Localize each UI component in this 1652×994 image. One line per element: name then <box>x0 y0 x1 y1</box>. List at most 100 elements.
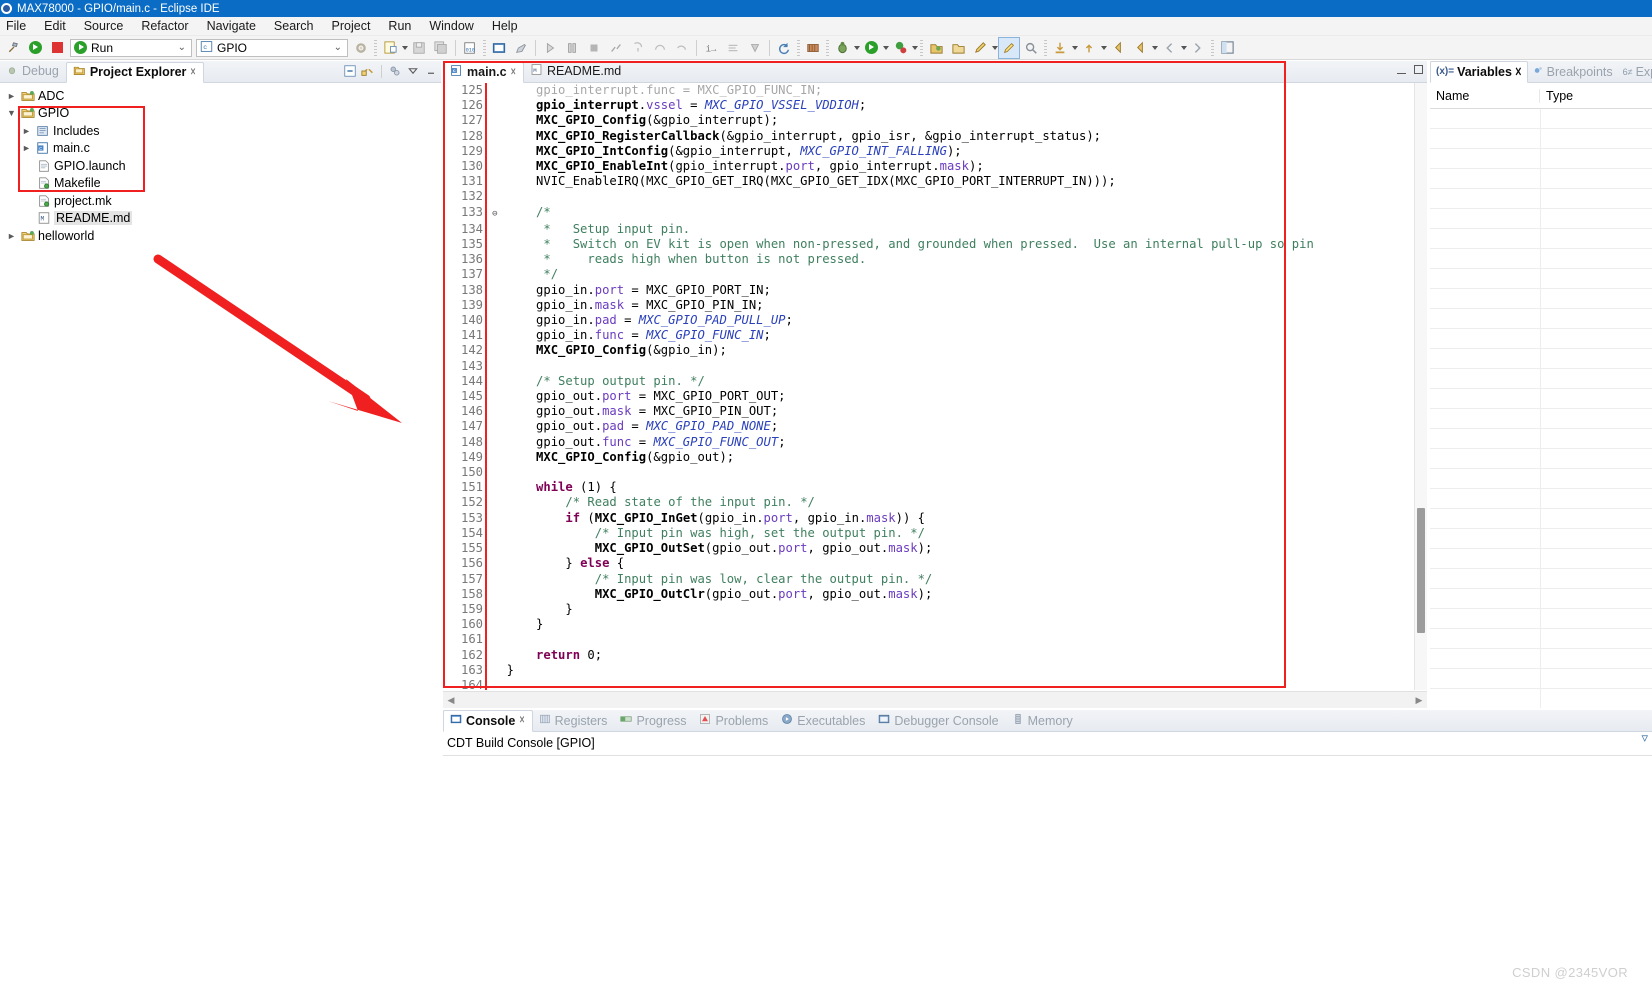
upload-icon[interactable] <box>1078 37 1100 59</box>
editor-scroll-thumb[interactable] <box>1417 508 1425 633</box>
stop-icon[interactable] <box>46 37 68 59</box>
tree-item-project-mk[interactable]: project.mk <box>4 192 441 210</box>
tree-item-readme-md[interactable]: M README.md <box>4 210 441 228</box>
menu-item-source[interactable]: Source <box>75 18 133 34</box>
close-icon[interactable]: ☓ <box>511 67 516 78</box>
marker-icon[interactable] <box>510 37 532 59</box>
run-configuration-combo[interactable]: Run ⌄ <box>70 38 192 57</box>
back-icon[interactable] <box>1107 37 1129 59</box>
tab-breakpoints[interactable]: Breakpoints <box>1528 63 1618 82</box>
run-green-icon[interactable] <box>860 37 882 59</box>
tab-progress[interactable]: Progress <box>614 711 693 731</box>
tab-console[interactable]: Console ☓ <box>443 710 533 732</box>
maximize-icon[interactable] <box>1414 65 1423 74</box>
menu-item-refactor[interactable]: Refactor <box>132 18 197 34</box>
editor-vertical-scrollbar[interactable] <box>1414 83 1427 690</box>
new-file-icon[interactable] <box>379 37 401 59</box>
console-output[interactable] <box>443 755 1652 994</box>
step-over-icon[interactable] <box>649 37 671 59</box>
view-menu-icon[interactable] <box>405 63 421 79</box>
run-icon[interactable] <box>24 37 46 59</box>
tab-variables[interactable]: (x)= Variables ☓ <box>1430 61 1528 83</box>
code-editor[interactable]: 125 gpio_interrupt.func = MXC_GPIO_FUNC_… <box>443 83 1427 690</box>
scroll-right-icon[interactable]: ▶ <box>1411 695 1427 706</box>
memory-view-icon[interactable] <box>802 37 824 59</box>
gear-icon[interactable] <box>350 37 372 59</box>
save-all-icon[interactable] <box>430 37 452 59</box>
editor-tab-readme-md[interactable]: M README.md <box>524 61 628 82</box>
resume-icon[interactable] <box>539 37 561 59</box>
source-code[interactable]: 125 gpio_interrupt.func = MXC_GPIO_FUNC_… <box>443 83 1427 690</box>
tree-item-helloworld[interactable]: ► helloworld <box>4 227 441 245</box>
open-resource-icon[interactable] <box>947 37 969 59</box>
instruction-step-icon[interactable]: i→ <box>700 37 722 59</box>
disconnect-icon[interactable] <box>605 37 627 59</box>
tab-memory[interactable]: Memory <box>1006 711 1080 731</box>
external-tools-icon[interactable] <box>889 37 911 59</box>
binary-icon[interactable]: 010 <box>459 37 481 59</box>
pencil-icon[interactable] <box>969 37 991 59</box>
menu-item-help[interactable]: Help <box>483 18 527 34</box>
terminate-icon[interactable] <box>583 37 605 59</box>
refresh-icon[interactable] <box>773 37 795 59</box>
skip-breakpoints-icon[interactable] <box>722 37 744 59</box>
tree-item-includes[interactable]: ► Includes <box>4 122 441 140</box>
save-icon[interactable] <box>408 37 430 59</box>
close-icon[interactable]: ☓ <box>190 67 195 78</box>
external-tools-dropdown-icon[interactable] <box>912 45 918 50</box>
tree-item-makefile[interactable]: Makefile <box>4 175 441 193</box>
chevron-down-icon[interactable]: ▼ <box>6 108 17 118</box>
open-type-icon[interactable] <box>925 37 947 59</box>
build-hammer-icon[interactable] <box>2 37 24 59</box>
suspend-icon[interactable] <box>561 37 583 59</box>
highlight-icon[interactable] <box>998 36 1020 59</box>
search-icon[interactable] <box>1020 37 1042 59</box>
editor-tab-main-c[interactable]: c main.c ☓ <box>443 62 524 83</box>
link-editor-icon[interactable] <box>360 63 376 79</box>
project-combo[interactable]: c GPIO ⌄ <box>196 38 348 57</box>
prev-annotation-icon[interactable] <box>1158 37 1180 59</box>
minimize-icon[interactable] <box>423 63 439 79</box>
tab-debugger-console[interactable]: Debugger Console <box>872 711 1005 731</box>
filter-icon[interactable] <box>387 63 403 79</box>
bug-icon[interactable] <box>831 37 853 59</box>
minimize-icon[interactable] <box>1397 65 1406 74</box>
menu-item-run[interactable]: Run <box>379 18 420 34</box>
tab-debug[interactable]: Debug <box>0 61 66 82</box>
scroll-left-icon[interactable]: ◀ <box>443 695 459 706</box>
menu-item-window[interactable]: Window <box>420 18 482 34</box>
column-header-name[interactable]: Name <box>1430 88 1540 103</box>
menu-item-navigate[interactable]: Navigate <box>198 18 265 34</box>
download-icon[interactable] <box>1049 37 1071 59</box>
tab-problems[interactable]: Problems <box>693 711 775 731</box>
toolbar-drag-handle[interactable] <box>374 39 377 56</box>
collapse-all-icon[interactable] <box>342 63 358 79</box>
forward-icon[interactable] <box>1129 37 1151 59</box>
next-annotation-icon[interactable] <box>1187 37 1209 59</box>
chevron-right-icon[interactable]: ► <box>21 143 32 153</box>
menu-item-search[interactable]: Search <box>265 18 323 34</box>
tree-item-gpio-launch[interactable]: GPIO.launch <box>4 157 441 175</box>
column-header-type[interactable]: Type <box>1540 89 1573 103</box>
variables-table[interactable] <box>1430 109 1652 708</box>
perspective-icon[interactable] <box>1216 37 1238 59</box>
pin-console-icon[interactable]: ▿ <box>1641 730 1648 746</box>
tree-item-adc[interactable]: ► ADC <box>4 87 441 105</box>
chevron-right-icon[interactable]: ► <box>21 126 32 136</box>
close-icon[interactable]: ☓ <box>1515 64 1522 79</box>
drop-to-frame-icon[interactable] <box>744 37 766 59</box>
close-icon[interactable]: ☓ <box>519 715 524 726</box>
chevron-right-icon[interactable]: ► <box>6 231 17 241</box>
console-icon[interactable] <box>488 37 510 59</box>
chevron-right-icon[interactable]: ► <box>6 91 17 101</box>
step-return-icon[interactable] <box>671 37 693 59</box>
tab-registers[interactable]: Registers <box>533 711 615 731</box>
tab-project-explorer[interactable]: Project Explorer ☓ <box>65 62 204 83</box>
editor-horizontal-scrollbar[interactable]: ◀ ▶ <box>443 691 1427 708</box>
tab-executables[interactable]: Executables <box>775 711 872 731</box>
menu-item-edit[interactable]: Edit <box>35 18 75 34</box>
tree-item-gpio[interactable]: ▼ GPIO <box>4 105 441 123</box>
menu-item-project[interactable]: Project <box>323 18 380 34</box>
tree-item-main-c[interactable]: ► c main.c <box>4 140 441 158</box>
menu-item-file[interactable]: File <box>2 18 35 34</box>
